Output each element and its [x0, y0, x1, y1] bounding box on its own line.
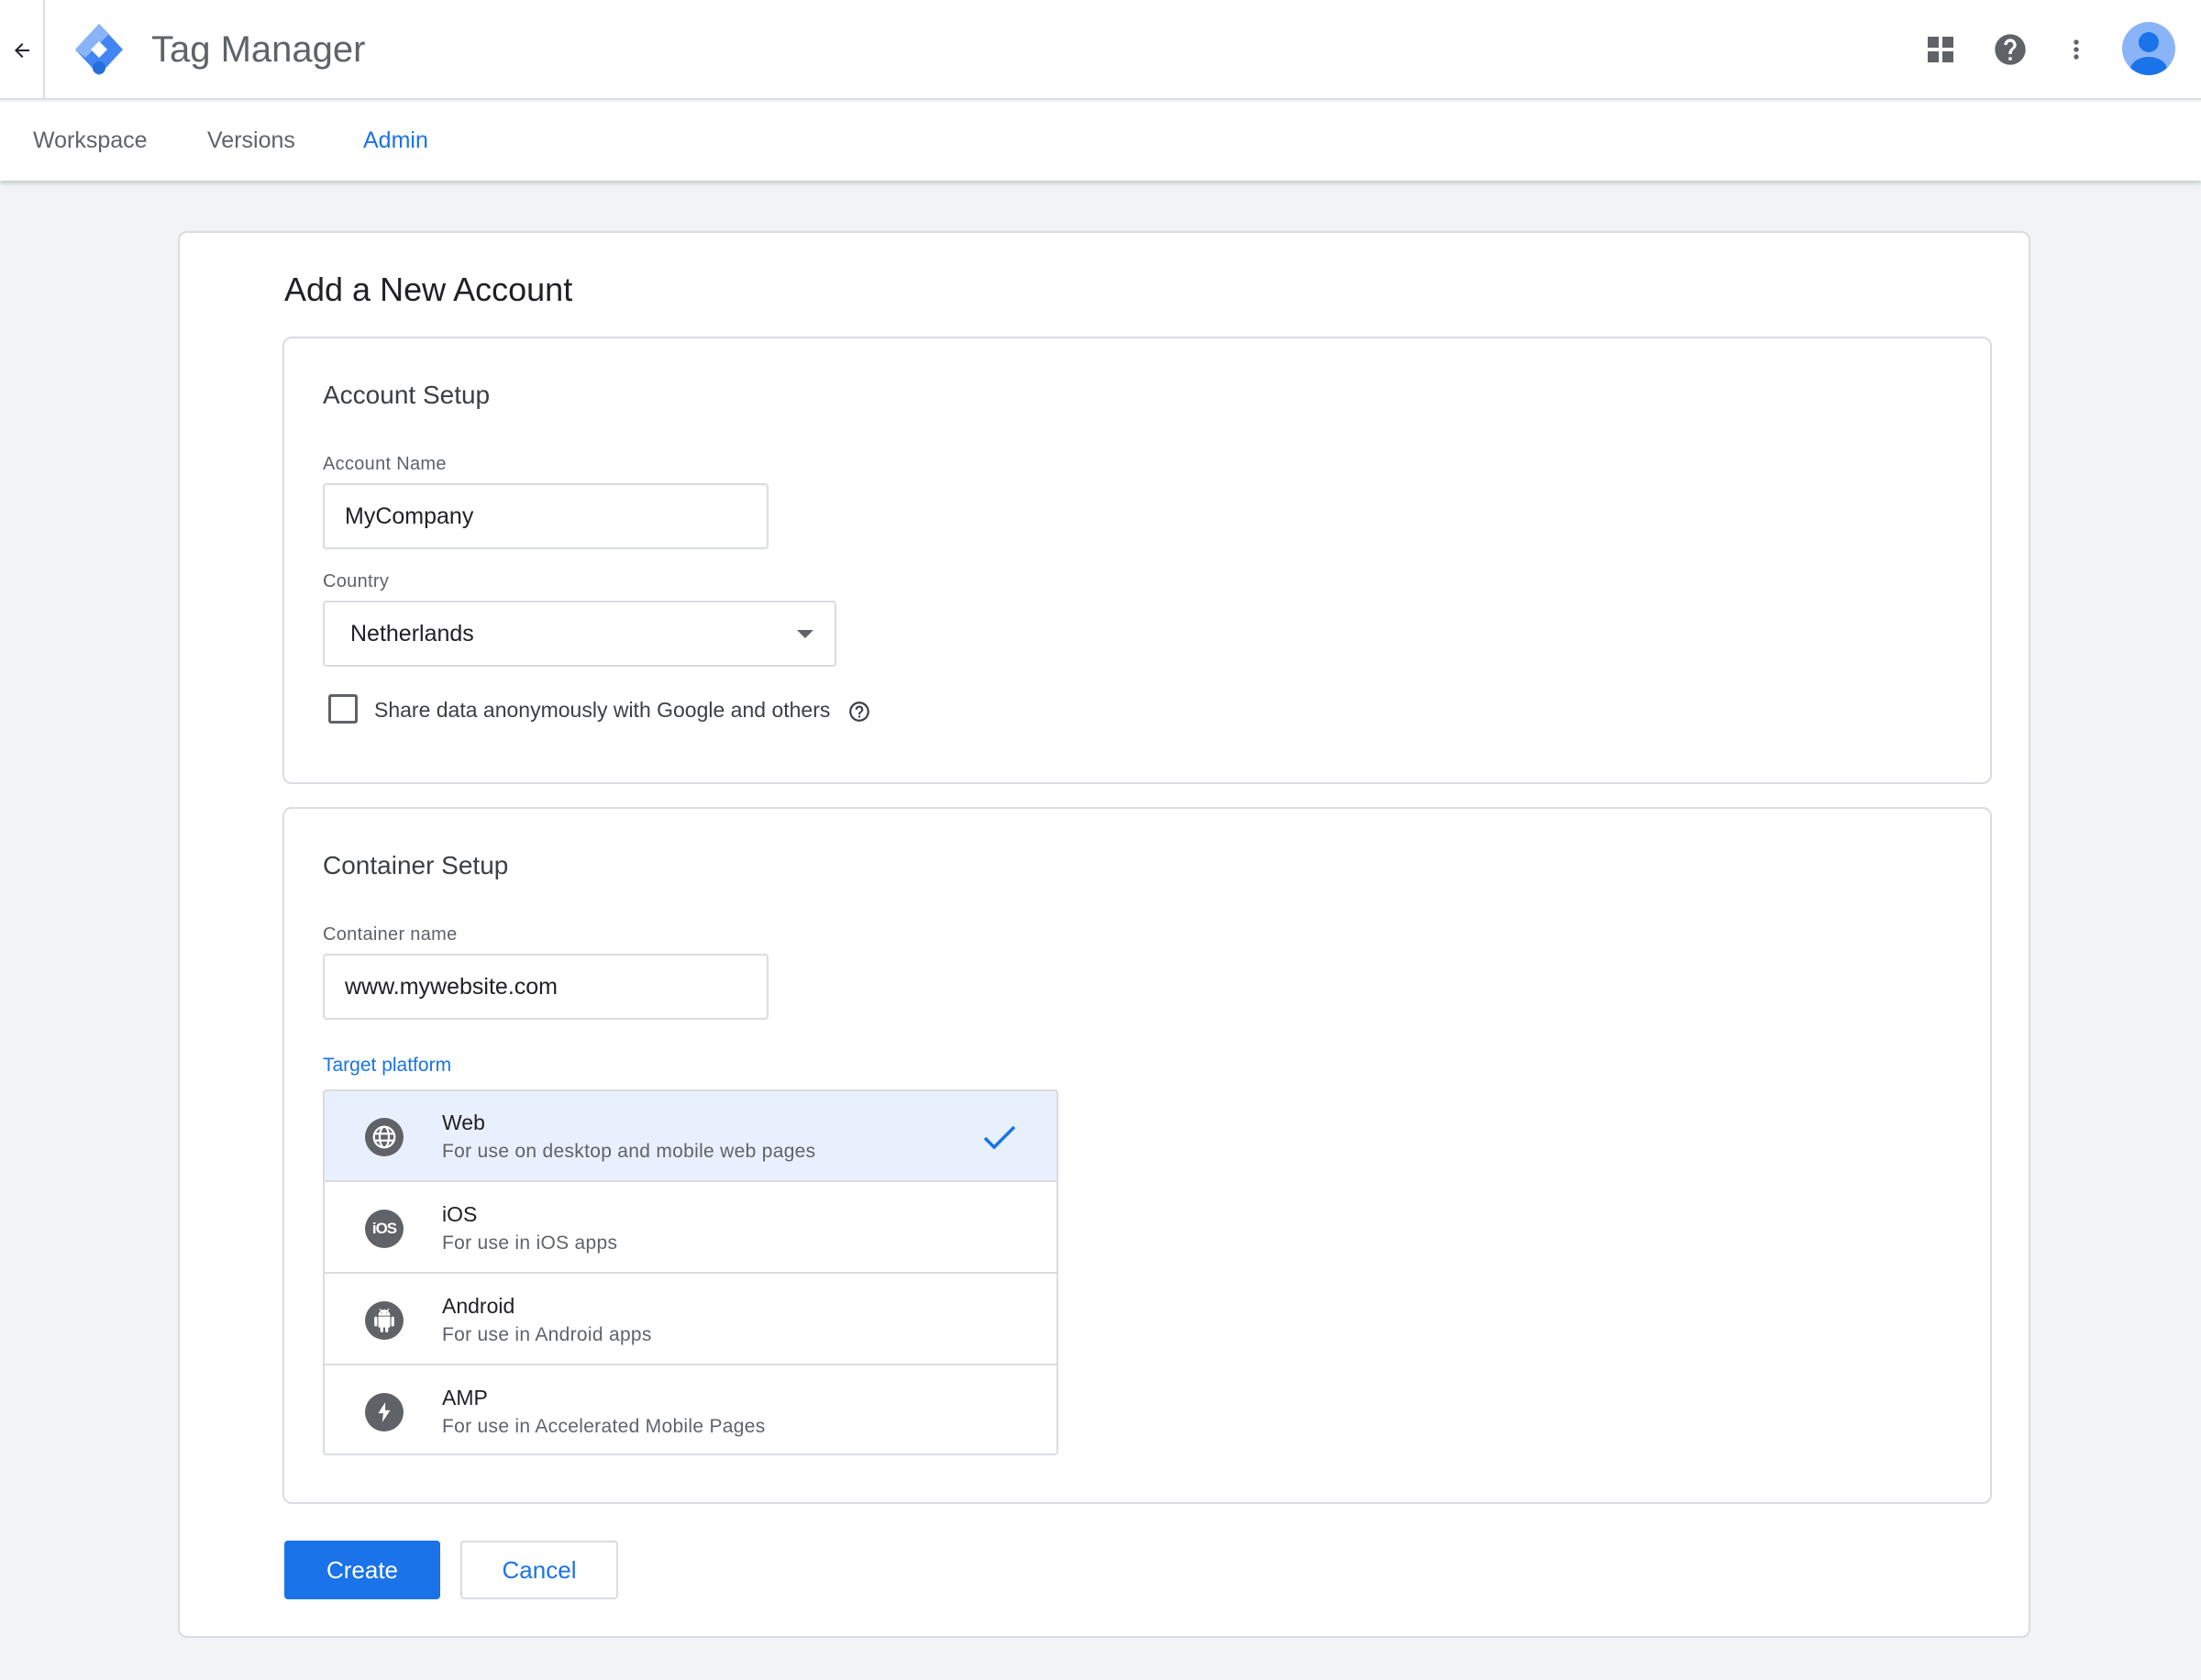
platform-description: For use in Accelerated Mobile Pages — [442, 1416, 766, 1437]
app-title: Tag Manager — [151, 29, 366, 70]
tab-workspace[interactable]: Workspace — [33, 126, 148, 155]
platform-description: For use in Android apps — [442, 1324, 652, 1345]
apps-button[interactable] — [1919, 28, 1963, 72]
account-setup-section: Account Setup Account Name Country Nethe… — [282, 337, 1992, 784]
share-data-label: Share data anonymously with Google and o… — [374, 696, 871, 724]
globe-icon — [365, 1118, 404, 1156]
share-data-checkbox[interactable] — [328, 694, 358, 724]
platform-description: For use in iOS apps — [442, 1232, 618, 1254]
country-select[interactable]: Netherlands — [323, 601, 836, 667]
container-setup-title: Container Setup — [323, 851, 509, 879]
platform-option-android[interactable]: Android For use in Android apps — [325, 1275, 1056, 1365]
share-data-text: Share data anonymously with Google and o… — [374, 698, 831, 722]
help-outline-icon[interactable] — [847, 700, 871, 724]
checkmark-icon — [983, 1125, 1016, 1150]
create-button[interactable]: Create — [284, 1541, 440, 1599]
account-avatar[interactable] — [2122, 22, 2175, 75]
platform-name: Android — [442, 1294, 515, 1318]
more-vert-icon — [2074, 39, 2079, 60]
container-name-label: Container name — [323, 924, 458, 945]
platform-description: For use on desktop and mobile web pages — [442, 1141, 816, 1162]
platform-option-ios[interactable]: iOS iOS For use in iOS apps — [325, 1183, 1056, 1274]
account-name-label: Account Name — [323, 454, 447, 474]
nav-tabs: Workspace Versions Admin — [0, 102, 2201, 181]
back-button[interactable] — [0, 0, 45, 100]
platform-list: Web For use on desktop and mobile web pa… — [323, 1089, 1058, 1455]
tab-versions[interactable]: Versions — [207, 126, 295, 155]
platform-name: iOS — [442, 1202, 478, 1226]
container-name-input[interactable] — [323, 954, 769, 1020]
ios-icon: iOS — [365, 1210, 404, 1248]
tab-admin[interactable]: Admin — [363, 126, 428, 155]
platform-name: Web — [442, 1111, 485, 1134]
cancel-button[interactable]: Cancel — [460, 1541, 618, 1599]
help-icon — [1995, 34, 2026, 65]
platform-option-amp[interactable]: AMP For use in Accelerated Mobile Pages — [325, 1366, 1056, 1453]
container-setup-section: Container Setup Container name Target pl… — [282, 807, 1992, 1504]
country-select-value: Netherlands — [350, 621, 474, 647]
country-label: Country — [323, 571, 390, 591]
apps-grid-icon — [1928, 37, 1953, 62]
gtm-logo-icon[interactable] — [72, 20, 127, 79]
back-arrow-icon — [14, 42, 29, 58]
more-options-button[interactable] — [2054, 28, 2098, 72]
platform-name: AMP — [442, 1386, 488, 1409]
platform-option-web[interactable]: Web For use on desktop and mobile web pa… — [325, 1091, 1056, 1182]
help-button[interactable] — [1988, 28, 2032, 72]
account-name-input[interactable] — [323, 483, 769, 549]
account-setup-title: Account Setup — [323, 381, 491, 409]
page-title: Add a New Account — [284, 271, 573, 308]
account-avatar-icon — [2130, 32, 2167, 75]
top-app-bar: Tag Manager — [0, 0, 2201, 100]
target-platform-label: Target platform — [323, 1055, 452, 1076]
add-account-card: Add a New Account Account Setup Account … — [178, 231, 2030, 1638]
android-icon — [365, 1301, 404, 1340]
amp-bolt-icon — [365, 1393, 404, 1431]
dropdown-arrow-icon — [797, 630, 813, 638]
